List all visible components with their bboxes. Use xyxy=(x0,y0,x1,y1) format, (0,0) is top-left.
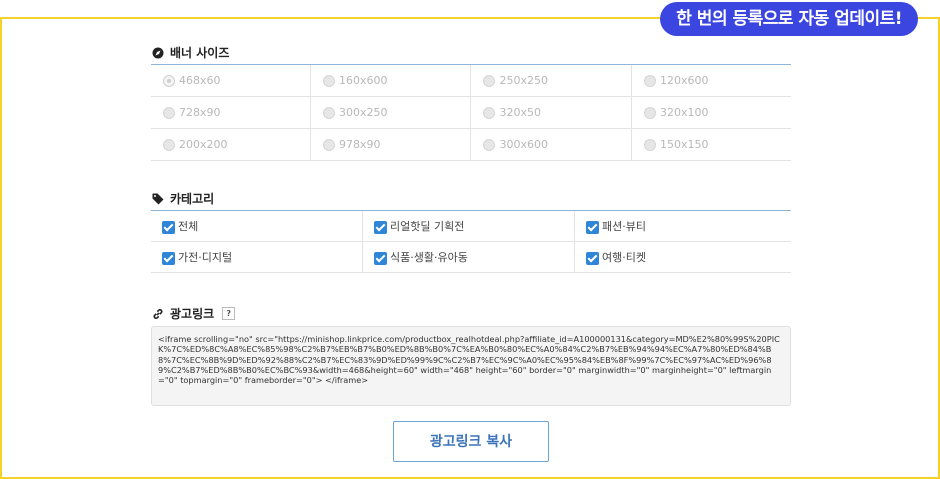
banner-size-option[interactable]: 120x600 xyxy=(631,65,791,97)
category-option[interactable]: 가전·디지털 xyxy=(151,241,363,273)
tag-icon xyxy=(152,193,164,204)
category-title: 카테고리 xyxy=(170,192,215,206)
banner-size-option[interactable]: 200x200 xyxy=(151,128,311,161)
promo-badge: 한 번의 등록으로 자동 업데이트! xyxy=(660,2,918,36)
radio[interactable] xyxy=(163,139,175,151)
radio[interactable] xyxy=(644,107,656,119)
radio[interactable] xyxy=(322,75,335,87)
category-option[interactable]: 리얼핫딜 기획전 xyxy=(362,211,575,242)
banner-size-option[interactable]: 320x50 xyxy=(470,96,632,129)
banner-size-option[interactable]: 468x60 xyxy=(151,65,311,97)
ad-link-title-row: 광고링크 ? xyxy=(152,305,236,322)
banner-size-option[interactable]: 250x250 xyxy=(470,65,632,97)
checkbox-checked[interactable] xyxy=(586,251,599,265)
banner-size-grid: 468x60 160x600 250x250 120x600 728x90 30… xyxy=(151,65,791,161)
help-icon[interactable]: ? xyxy=(222,307,236,320)
banner-size-option[interactable]: 300x250 xyxy=(310,96,472,129)
radio[interactable] xyxy=(163,107,175,119)
checkbox-checked[interactable] xyxy=(586,220,599,234)
category-title-row: 카테고리 xyxy=(152,190,214,207)
ad-link-title: 광고링크 xyxy=(170,307,215,321)
banner-size-option[interactable]: 320x100 xyxy=(631,96,791,129)
compass-icon xyxy=(152,47,164,58)
banner-size-option[interactable]: 160x600 xyxy=(310,65,472,97)
category-option[interactable]: 식품·생활·유아동 xyxy=(362,241,575,273)
banner-size-row: 200x200 978x90 300x600 150x150 xyxy=(151,128,791,161)
radio[interactable] xyxy=(644,139,656,151)
checkbox-checked[interactable] xyxy=(162,220,175,234)
banner-size-option[interactable]: 150x150 xyxy=(631,128,791,161)
checkbox-checked[interactable] xyxy=(374,220,387,234)
category-option[interactable]: 패션·뷰티 xyxy=(574,211,791,242)
radio[interactable] xyxy=(483,107,496,119)
banner-size-title-row: 배너 사이즈 xyxy=(152,44,229,61)
category-grid: 전체 리얼핫딜 기획전 패션·뷰티 가전·디지털 식품·생활·유아동 여행·티켓 xyxy=(151,211,791,273)
banner-size-option[interactable]: 728x90 xyxy=(151,96,311,129)
radio[interactable] xyxy=(322,107,335,119)
banner-size-row: 728x90 300x250 320x50 320x100 xyxy=(151,96,791,129)
radio-selected[interactable] xyxy=(163,75,175,87)
radio[interactable] xyxy=(644,75,656,87)
banner-size-title: 배너 사이즈 xyxy=(170,46,230,60)
banner-size-row: 468x60 160x600 250x250 120x600 xyxy=(151,65,791,97)
category-option[interactable]: 전체 xyxy=(151,211,363,242)
banner-size-option[interactable]: 978x90 xyxy=(310,128,472,161)
radio[interactable] xyxy=(483,139,496,151)
link-icon xyxy=(153,308,163,319)
category-row: 가전·디지털 식품·생활·유아동 여행·티켓 xyxy=(151,241,791,273)
category-row: 전체 리얼핫딜 기획전 패션·뷰티 xyxy=(151,211,791,242)
checkbox-checked[interactable] xyxy=(374,251,387,265)
banner-size-option[interactable]: 300x600 xyxy=(470,128,632,161)
ad-link-code-textarea[interactable]: <iframe scrolling="no" src="https://mini… xyxy=(151,326,791,406)
checkbox-checked[interactable] xyxy=(162,251,175,265)
radio[interactable] xyxy=(483,75,496,87)
category-option[interactable]: 여행·티켓 xyxy=(574,241,791,273)
copy-ad-link-button[interactable]: 광고링크 복사 xyxy=(393,421,549,462)
radio[interactable] xyxy=(322,139,335,151)
